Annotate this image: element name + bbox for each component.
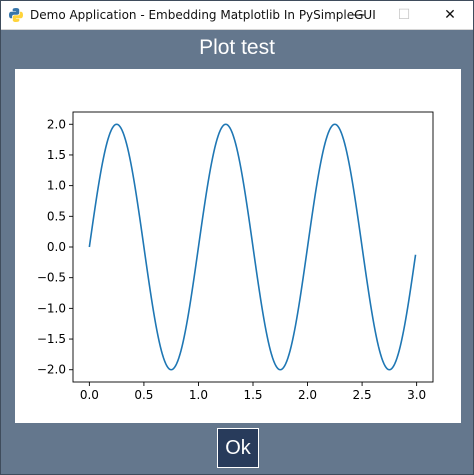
x-tick-label: 0.0: [80, 388, 99, 402]
y-tick-label: 1.5: [47, 148, 66, 162]
x-tick-label: 0.5: [134, 388, 153, 402]
python-logo-icon: [8, 7, 24, 23]
x-tick-label: 1.0: [189, 388, 208, 402]
window-controls: — ☐ ✕: [335, 1, 473, 29]
x-tick-label: 1.5: [243, 388, 262, 402]
y-tick-label: 0.5: [47, 209, 66, 223]
x-tick-label: 2.5: [353, 388, 372, 402]
y-tick-label: −1.5: [37, 332, 66, 346]
window-title: Demo Application - Embedding Matplotlib …: [30, 8, 376, 22]
y-tick-label: 2.0: [47, 117, 66, 131]
series-line: [88, 123, 417, 371]
x-tick-label: 3.0: [407, 388, 426, 402]
plot-heading: Plot test: [199, 36, 275, 59]
y-tick-label: −0.5: [37, 271, 66, 285]
title-bar[interactable]: Demo Application - Embedding Matplotlib …: [1, 1, 473, 30]
y-tick-label: 0.0: [47, 240, 66, 254]
ok-button[interactable]: Ok: [217, 428, 259, 468]
y-tick-label: −1.0: [37, 301, 66, 315]
plot-canvas: 0.0 0.5 1.0 1.5 2.0 2.5 3.0 2.0 1.5 1.0 0.5 0.0 −0.5…: [15, 69, 461, 423]
close-button[interactable]: ✕: [427, 1, 473, 29]
application-window: Demo Application - Embedding Matplotlib …: [0, 0, 474, 475]
line-chart: 0.0 0.5 1.0 1.5 2.0 2.5 3.0 2.0 1.5 1.0 0.5 0.0 −0.5…: [37, 111, 434, 402]
minimize-button[interactable]: —: [335, 1, 381, 29]
y-tick-label: 1.0: [47, 179, 66, 193]
maximize-button[interactable]: ☐: [381, 1, 427, 29]
x-tick-label: 2.0: [298, 388, 317, 402]
y-tick-label: −2.0: [37, 363, 66, 377]
